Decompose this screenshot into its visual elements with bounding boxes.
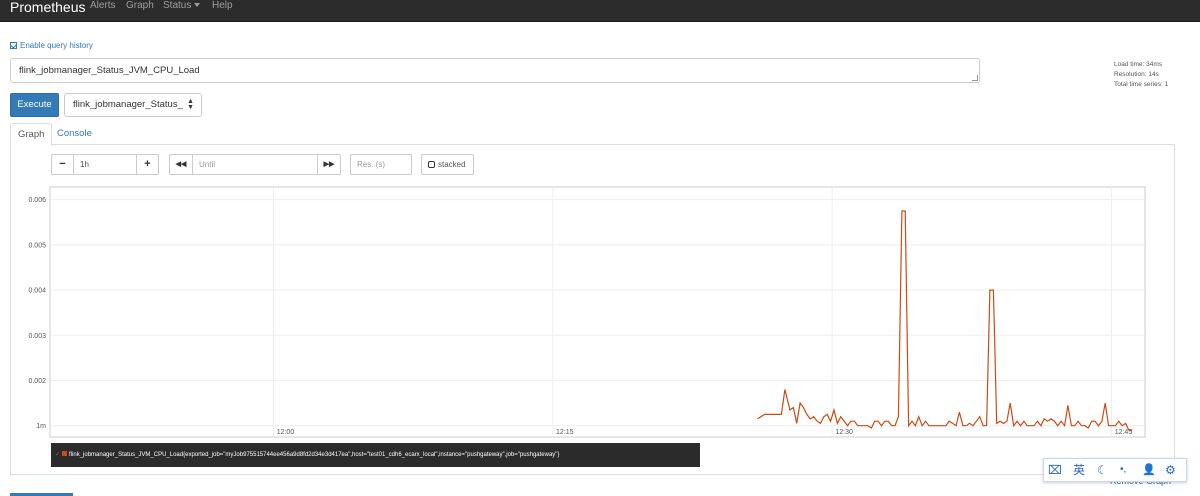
legend-series-label[interactable]: flink_jobmanager_Status_JVM_CPU_Load{exp… (69, 452, 559, 458)
user-icon[interactable]: 👤 (1142, 462, 1156, 478)
ime-lang-button[interactable]: 英 (1073, 462, 1085, 478)
x-tick-label: 12:15 (556, 429, 574, 436)
punctuation-icon[interactable]: •, (1120, 462, 1126, 478)
y-tick-label: 0.004 (28, 288, 46, 295)
gear-icon[interactable]: ⚙ (1165, 462, 1176, 478)
moon-icon[interactable]: ☾ (1097, 462, 1108, 478)
y-tick-label: 0.002 (28, 378, 46, 385)
ime-toolbar: ⌧ 英 ☾ •, 👤 ⚙ (1043, 458, 1187, 482)
legend-check-icon: ✓ (55, 452, 61, 458)
y-tick-label: 1m (36, 423, 46, 430)
ime-mode-icon[interactable]: ⌧ (1048, 462, 1062, 478)
plot-area (49, 186, 1146, 438)
y-tick-label: 0.003 (28, 333, 46, 340)
y-tick-label: 0.005 (28, 242, 46, 249)
y-tick-label: 0.006 (28, 197, 46, 204)
legend-swatch[interactable] (62, 451, 68, 456)
graph-chart[interactable]: 1m 0.002 0.003 0.004 0.005 0.006 12:00 12:15 12:… (0, 0, 1200, 496)
legend: ✓ flink_jobmanager_Status_JVM_CPU_Load{ex… (51, 443, 700, 467)
x-tick-label: 12:00 (277, 429, 295, 436)
x-tick-label: 12:30 (835, 429, 853, 436)
